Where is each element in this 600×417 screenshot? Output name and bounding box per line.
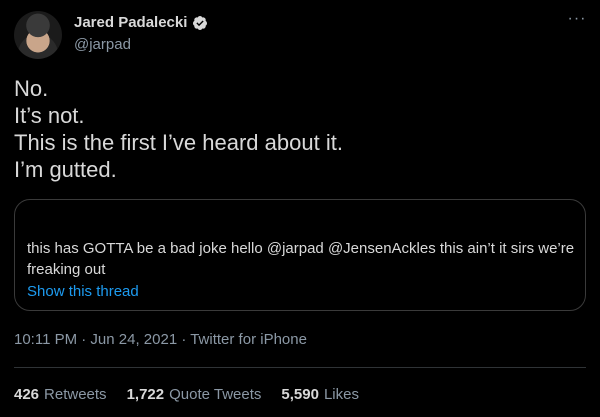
tweet-line: I’m gutted. [14, 157, 117, 182]
show-thread-link[interactable]: Show this thread [27, 283, 139, 300]
quote-tweets-label: Quote Tweets [169, 386, 262, 403]
divider [14, 367, 586, 368]
tweet-line: No. [14, 76, 49, 101]
likes-stat[interactable]: 5,590 Likes [281, 386, 359, 403]
tweet-timestamp[interactable]: 10:11 PM · Jun 24, 2021 · Twitter for iP… [14, 331, 307, 348]
avatar[interactable] [14, 11, 62, 59]
tweet-header: Jared Padalecki @jarpad ··· [14, 10, 588, 60]
tweet-line: It’s not. [14, 103, 85, 128]
likes-label: Likes [323, 386, 359, 403]
retweets-label: Retweets [44, 386, 107, 403]
engagement-stats: 426 Retweets 1,722 Quote Tweets 5,590 Li… [14, 386, 359, 403]
more-options-icon[interactable]: ··· [566, 11, 588, 30]
name-row: Jared Padalecki [74, 14, 208, 31]
tweet-line: This is the first I’ve heard about it. [14, 130, 343, 155]
quote-tweets-stat[interactable]: 1,722 Quote Tweets [127, 386, 262, 403]
handle[interactable]: @jarpad [74, 36, 131, 53]
retweets-count: 426 [14, 386, 40, 403]
tweet-text: No. It’s not. This is the first I’ve hea… [14, 75, 584, 183]
retweets-stat[interactable]: 426 Retweets [14, 386, 107, 403]
quoted-tweet-card[interactable]: this has GOTTA be a bad joke hello @jarp… [14, 199, 586, 311]
quote-tweets-count: 1,722 [126, 386, 165, 403]
verified-badge-icon [193, 15, 208, 30]
quoted-tweet-text: this has GOTTA be a bad joke hello @jarp… [27, 240, 575, 278]
display-name[interactable]: Jared Padalecki [74, 14, 187, 31]
likes-count: 5,590 [281, 386, 319, 403]
